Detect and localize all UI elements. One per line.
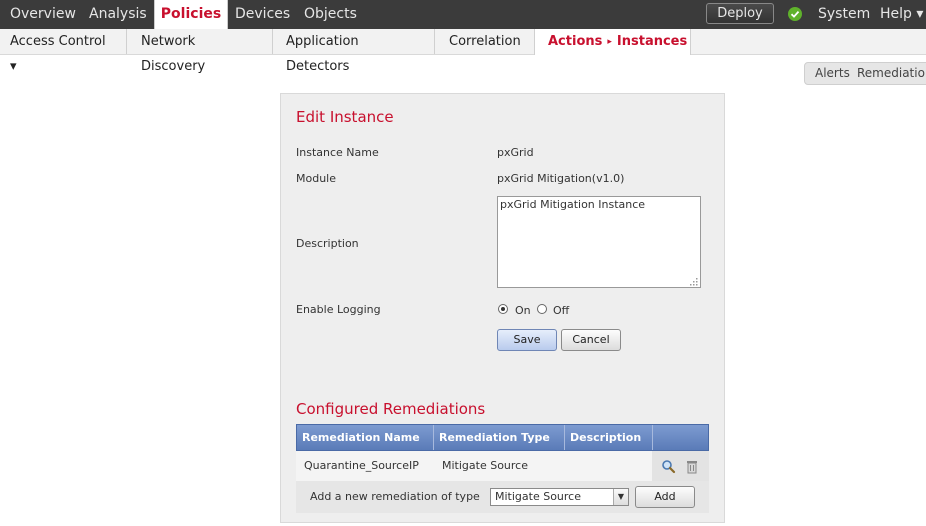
subnav-actions-instances[interactable]: Actions ▸ Instances: [534, 29, 691, 55]
subnav-access-control[interactable]: Access Control ▾: [0, 29, 127, 74]
chevron-down-icon[interactable]: ▼: [613, 489, 628, 505]
subnav-actions-label: Actions: [548, 34, 603, 49]
remediation-type-selected: Mitigate Source: [495, 490, 581, 503]
cancel-button[interactable]: Cancel: [561, 329, 621, 351]
breadcrumb-arrow-icon: ▸: [607, 37, 612, 47]
column-remediation-type[interactable]: Remediation Type: [434, 425, 565, 450]
tab-devices[interactable]: Devices: [235, 0, 290, 29]
check-circle-icon: [788, 7, 802, 21]
side-tabs: Alerts Remediations: [804, 62, 926, 85]
tab-alerts[interactable]: Alerts: [815, 63, 850, 84]
logging-off-label: Off: [553, 304, 570, 317]
sub-nav: Access Control ▾ Network Discovery Appli…: [0, 29, 926, 74]
logging-on-label: On: [515, 304, 531, 317]
description-label: Description: [296, 237, 359, 250]
edit-instance-title: Edit Instance: [296, 108, 394, 126]
top-nav: Overview Analysis Policies Devices Objec…: [0, 0, 926, 30]
remediations-table-header: Remediation Name Remediation Type Descri…: [296, 424, 709, 451]
enable-logging-label: Enable Logging: [296, 303, 381, 316]
description-textarea[interactable]: pxGrid Mitigation Instance: [497, 196, 701, 288]
instance-name-label: Instance Name: [296, 146, 379, 159]
add-remediation-prompt: Add a new remediation of type: [310, 490, 480, 503]
help-menu[interactable]: Help ▾: [880, 0, 923, 29]
tab-policies[interactable]: Policies: [154, 0, 228, 30]
configured-remediations-title: Configured Remediations: [296, 400, 486, 418]
trash-icon[interactable]: [686, 459, 698, 477]
remediation-type-cell: Mitigate Source: [442, 459, 528, 472]
deploy-button[interactable]: Deploy: [706, 3, 774, 24]
subnav-correlation[interactable]: Correlation: [435, 29, 535, 54]
remediation-type-select[interactable]: Mitigate Source ▼: [490, 488, 629, 506]
system-menu[interactable]: System: [818, 0, 870, 29]
column-remediation-name[interactable]: Remediation Name: [297, 425, 434, 450]
resize-grip-icon[interactable]: [688, 276, 699, 290]
tab-overview[interactable]: Overview: [10, 0, 76, 29]
column-description[interactable]: Description: [565, 425, 653, 450]
subnav-application-detectors[interactable]: Application Detectors: [273, 29, 435, 74]
module-value: pxGrid Mitigation(v1.0): [497, 172, 625, 185]
logging-on-radio[interactable]: [498, 304, 508, 314]
search-icon[interactable]: [661, 459, 676, 477]
module-label: Module: [296, 172, 336, 185]
subnav-network-discovery[interactable]: Network Discovery: [127, 29, 273, 74]
add-button[interactable]: Add: [635, 486, 695, 508]
instance-name-value: pxGrid: [497, 146, 534, 159]
subnav-instances-label: Instances: [616, 34, 688, 49]
table-row: Quarantine_SourceIP Mitigate Source: [296, 451, 709, 481]
tab-analysis[interactable]: Analysis: [89, 0, 147, 29]
save-button[interactable]: Save: [497, 329, 557, 351]
row-actions: [652, 451, 709, 481]
tab-remediations[interactable]: Remediations: [857, 63, 926, 84]
tab-objects[interactable]: Objects: [304, 0, 357, 29]
remediation-name-cell: Quarantine_SourceIP: [304, 459, 419, 472]
logging-off-radio[interactable]: [537, 304, 547, 314]
